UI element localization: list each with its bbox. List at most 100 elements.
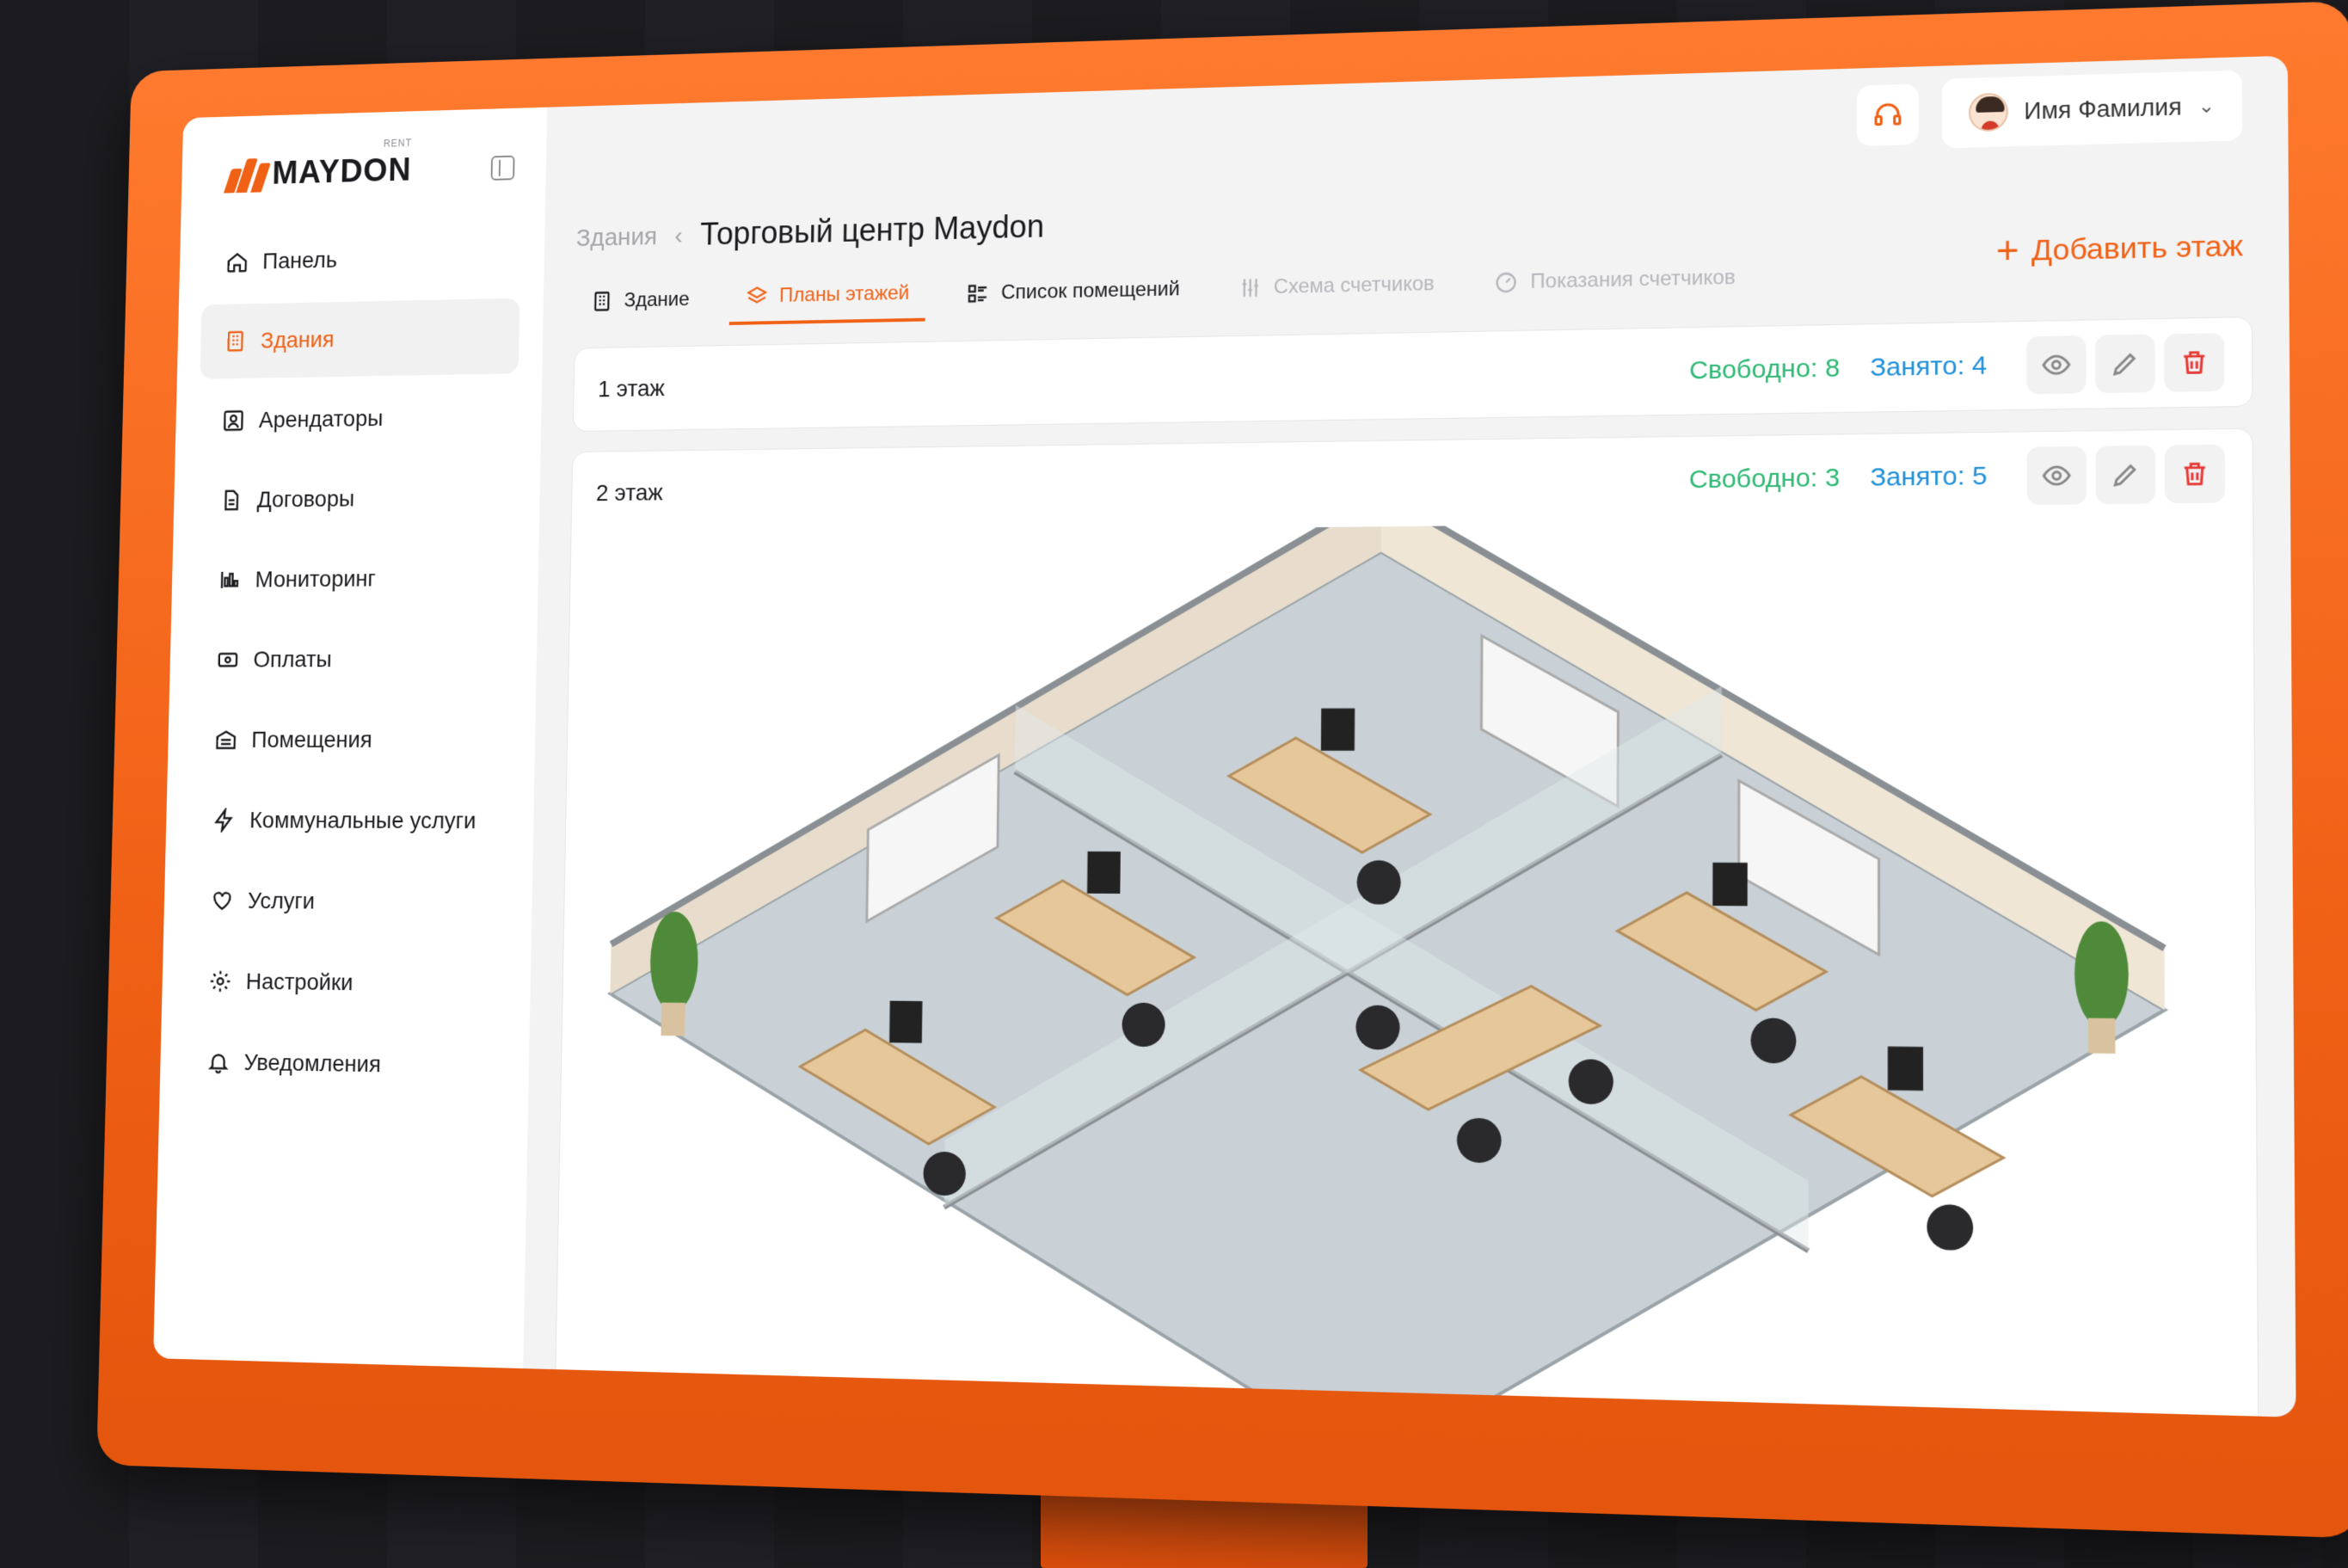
building-icon [591, 290, 613, 313]
gauge-icon [1494, 270, 1518, 294]
logo-mark-icon [223, 158, 271, 194]
support-button[interactable] [1856, 83, 1919, 146]
chevron-left-icon: ‹ [674, 221, 683, 249]
sidebar-item-label: Мониторинг [255, 565, 377, 593]
delete-button[interactable] [2164, 444, 2226, 504]
trash-icon [2179, 347, 2210, 378]
tab-label: Схема счетчиков [1273, 272, 1435, 298]
trash-icon [2179, 458, 2210, 489]
pencil-icon [2110, 348, 2141, 378]
collapse-sidebar-icon[interactable] [490, 155, 515, 181]
sidebar-item-services[interactable]: Услуги [187, 863, 509, 941]
tab-room-list[interactable]: Список помещений [950, 277, 1196, 319]
tenant-icon [222, 409, 245, 434]
sidebar: MAYDON RENT Панель Здания Арендаторы Дог… [153, 107, 548, 1369]
sidebar-item-label: Панель [261, 246, 338, 274]
sidebar-item-label: Помещения [251, 726, 372, 753]
user-menu[interactable]: Имя Фамилия ⌄ [1941, 70, 2243, 149]
pencil-icon [2110, 459, 2141, 489]
edit-button[interactable] [2094, 334, 2155, 394]
sidebar-item-label: Арендаторы [258, 405, 384, 433]
building-icon [224, 329, 247, 354]
floor-name: 1 этаж [597, 375, 666, 403]
tab-building[interactable]: Здание [575, 287, 705, 326]
logo-sub: RENT [383, 137, 413, 150]
isometric-office-illustration [556, 518, 2258, 1417]
main-content: Имя Фамилия ⌄ Здания ‹ Торговый центр Ma… [523, 56, 2296, 1417]
home-icon [225, 249, 249, 274]
sidebar-item-label: Коммунальные услуги [249, 807, 476, 833]
view-button[interactable] [2026, 446, 2087, 506]
free-count: Свободно: 8 [1688, 354, 1841, 385]
chevron-down-icon: ⌄ [2197, 94, 2216, 118]
floor-name: 2 этаж [595, 479, 664, 506]
tab-label: Здание [624, 287, 690, 312]
busy-count: Занято: 5 [1870, 461, 1988, 492]
sidebar-item-dashboard[interactable]: Панель [202, 218, 522, 299]
lightning-icon [212, 808, 237, 833]
layers-icon [746, 285, 769, 308]
busy-count: Занято: 4 [1870, 351, 1988, 383]
document-icon [220, 488, 243, 513]
eye-icon [2041, 350, 2072, 380]
chart-icon [218, 568, 242, 593]
sidebar-item-label: Здания [260, 326, 335, 354]
sidebar-item-buildings[interactable]: Здания [200, 298, 520, 379]
breadcrumb-parent[interactable]: Здания [576, 223, 658, 253]
sidebar-item-settings[interactable]: Настройки [185, 944, 507, 1023]
floor-header: 1 этаж Свободно: 8 Занято: 4 [574, 317, 2253, 431]
floor-plan-image[interactable] [556, 518, 2258, 1417]
logo[interactable]: MAYDON RENT [223, 137, 413, 194]
tab-floor-plans[interactable]: Планы этажей [728, 280, 926, 326]
edit-button[interactable] [2095, 445, 2156, 505]
tab-label: Показания счетчиков [1530, 265, 1736, 293]
tab-label: Список помещений [1000, 277, 1180, 304]
headset-icon [1872, 99, 1903, 131]
app-window: MAYDON RENT Панель Здания Арендаторы Дог… [153, 55, 2296, 1417]
view-button[interactable] [2026, 335, 2087, 395]
add-floor-label: Добавить этаж [2031, 229, 2244, 267]
sidebar-item-label: Услуги [247, 888, 316, 914]
heart-hand-icon [211, 889, 235, 913]
sidebar-item-label: Договоры [256, 485, 355, 513]
sidebar-item-label: Уведомления [243, 1048, 382, 1078]
gear-icon [208, 968, 232, 993]
tab-label: Планы этажей [778, 281, 910, 307]
plus-icon: + [1995, 229, 2019, 273]
floor-card[interactable]: 1 этаж Свободно: 8 Занято: 4 [572, 316, 2253, 433]
sidebar-nav: Панель Здания Арендаторы Договоры Монито… [182, 218, 521, 1110]
floor-card[interactable]: 2 этаж Свободно: 3 Занято: 5 [555, 427, 2259, 1417]
logo-row: MAYDON RENT [204, 137, 523, 225]
logo-text: MAYDON RENT [272, 137, 413, 192]
sidebar-item-label: Оплаты [253, 646, 333, 673]
floor-actions [2018, 444, 2226, 506]
sliders-icon [1239, 276, 1263, 300]
tabs: Здание Планы этажей Список помещений Схе… [575, 229, 2253, 329]
page-title: Торговый центр Maydon [699, 209, 1045, 253]
sidebar-item-tenants[interactable]: Арендаторы [198, 378, 518, 458]
floor-header: 2 этаж Свободно: 3 Занято: 5 [571, 429, 2253, 535]
tab-meter-readings[interactable]: Показания счетчиков [1477, 265, 1753, 309]
delete-button[interactable] [2164, 333, 2225, 392]
eye-icon [2041, 460, 2072, 490]
monitor: MAYDON RENT Панель Здания Арендаторы Дог… [96, 1, 2348, 1539]
sidebar-item-payments[interactable]: Оплаты [193, 620, 514, 698]
avatar [1968, 92, 2008, 132]
floor-stats: Свободно: 8 Занято: 4 [1689, 333, 2225, 400]
sidebar-item-utilities[interactable]: Коммунальные услуги [188, 783, 510, 859]
user-name: Имя Фамилия [2024, 93, 2182, 125]
floor-actions [2018, 333, 2225, 395]
rooms-icon [214, 728, 238, 753]
sidebar-item-notifications[interactable]: Уведомления [182, 1024, 506, 1104]
sidebar-item-monitoring[interactable]: Мониторинг [194, 539, 515, 618]
free-count: Свободно: 3 [1688, 463, 1841, 495]
floor-stats: Свободно: 3 Занято: 5 [1688, 444, 2226, 509]
sidebar-item-rooms[interactable]: Помещения [190, 702, 512, 778]
bell-icon [206, 1049, 230, 1074]
sidebar-item-contracts[interactable]: Договоры [196, 459, 517, 538]
payment-icon [216, 648, 240, 673]
add-floor-button[interactable]: + Добавить этаж [1995, 226, 2244, 273]
list-icon [967, 281, 990, 305]
tab-meter-scheme[interactable]: Схема счетчиков [1221, 272, 1452, 314]
sidebar-item-label: Настройки [245, 968, 353, 995]
